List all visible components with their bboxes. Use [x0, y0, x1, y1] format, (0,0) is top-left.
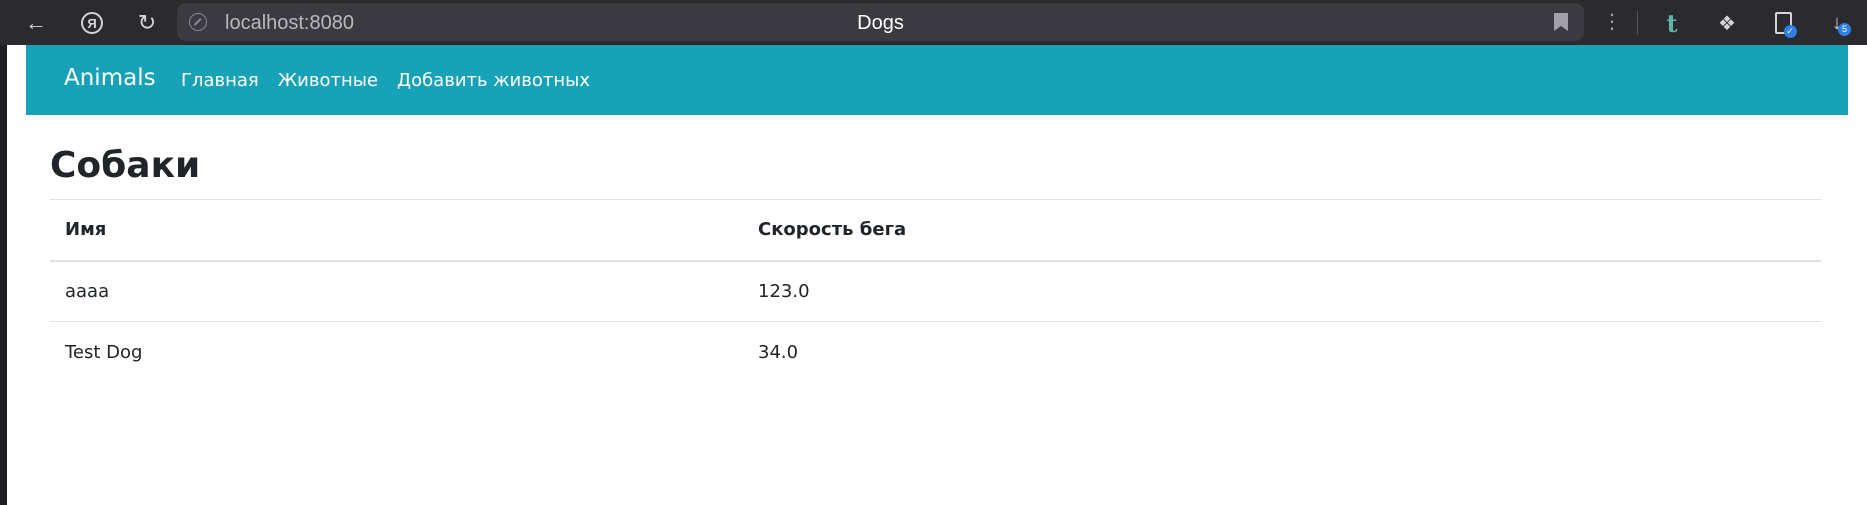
- nav-links: Главная Животные Добавить животных: [181, 70, 609, 91]
- column-header-speed: Скорость бега: [743, 199, 1821, 262]
- yandex-icon[interactable]: Я: [77, 8, 107, 38]
- cell-speed: 123.0: [743, 260, 1821, 322]
- t-extension-icon[interactable]: t: [1657, 8, 1687, 38]
- browser-toolbar: ← Я ↻ localhost:8080 Dogs ⋮ t ❖ ✓ ↓ 5: [0, 0, 1867, 45]
- cell-speed: 34.0: [758, 341, 799, 363]
- cell-name: аааа: [50, 260, 743, 322]
- site-info-icon[interactable]: [189, 13, 207, 31]
- address-bar[interactable]: localhost:8080 Dogs: [177, 3, 1584, 41]
- table-row: аааа 123.0: [50, 260, 1821, 322]
- navbar: Animals Главная Животные Добавить животн…: [26, 45, 1848, 115]
- reload-icon[interactable]: ↻: [132, 8, 162, 38]
- menu-dots-icon[interactable]: ⋮: [1602, 10, 1622, 36]
- window-left-edge: [0, 45, 7, 505]
- download-icon[interactable]: ↓ 5: [1822, 8, 1852, 38]
- downloads-count-badge: 5: [1838, 23, 1851, 36]
- dogs-table: Имя Скорость бега аааа 123.0 Test Dog 34…: [50, 199, 1821, 383]
- back-arrow-icon[interactable]: ←: [21, 8, 51, 38]
- bookmark-icon[interactable]: [1554, 13, 1568, 31]
- check-badge-icon: ✓: [1783, 25, 1797, 38]
- page-title: Собаки: [50, 145, 201, 186]
- document-check-icon[interactable]: ✓: [1768, 8, 1798, 38]
- table-row: Test Dog 34.0: [50, 322, 1821, 383]
- navbar-brand[interactable]: Animals: [64, 65, 156, 91]
- nav-link-animals[interactable]: Животные: [278, 70, 378, 91]
- cell-name: Test Dog: [65, 341, 143, 363]
- yandex-logo: Я: [81, 12, 103, 34]
- tab-title: Dogs: [857, 12, 904, 34]
- nav-link-add-animals[interactable]: Добавить животных: [397, 70, 590, 91]
- document-shape: ✓: [1774, 12, 1797, 38]
- toolbar-separator: [1637, 11, 1638, 35]
- url-text[interactable]: localhost:8080: [225, 12, 354, 35]
- column-header-name: Имя: [50, 199, 743, 262]
- table-header-row: Имя Скорость бега: [50, 199, 1821, 262]
- web-page: Animals Главная Животные Добавить животн…: [7, 45, 1867, 505]
- nav-link-home[interactable]: Главная: [181, 70, 259, 91]
- puzzle-extension-icon[interactable]: ❖: [1712, 8, 1742, 38]
